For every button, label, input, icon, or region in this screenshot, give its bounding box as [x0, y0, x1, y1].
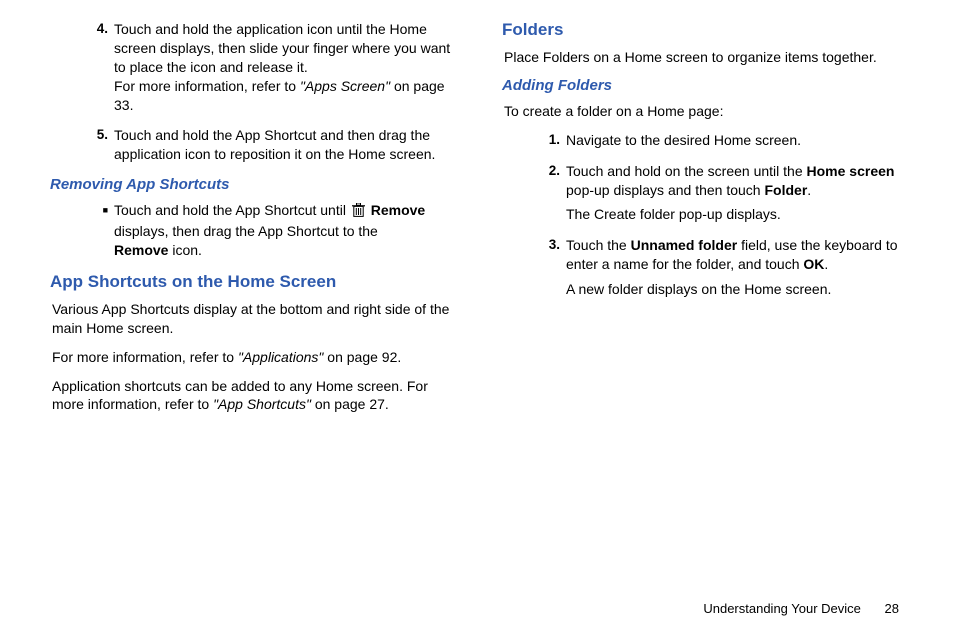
- numbered-list-folders: 1. Navigate to the desired Home screen. …: [502, 131, 904, 299]
- bold-text: Unnamed folder: [631, 237, 738, 253]
- list-body: Touch and hold on the screen until the H…: [566, 162, 904, 225]
- bold-text: Folder: [764, 182, 807, 198]
- reference: "Apps Screen": [300, 78, 390, 94]
- list-number: 4.: [80, 20, 114, 114]
- list-item-1: 1. Navigate to the desired Home screen.: [532, 131, 904, 150]
- text: .: [807, 182, 811, 198]
- text: Touch and hold on the screen until the: [566, 163, 807, 179]
- text: A new folder displays on the Home screen…: [566, 281, 831, 297]
- list-body: Touch the Unnamed folder field, use the …: [566, 236, 904, 299]
- right-column: Folders Place Folders on a Home screen t…: [477, 20, 904, 424]
- left-column: 4. Touch and hold the application icon u…: [50, 20, 477, 424]
- list-number: 5.: [80, 126, 114, 164]
- bold-text: OK: [803, 256, 824, 272]
- text: The Create folder pop-up displays.: [566, 206, 781, 222]
- bold-text: Home screen: [807, 163, 895, 179]
- page-number: 28: [885, 601, 899, 616]
- list-item-3: 3. Touch the Unnamed folder field, use t…: [532, 236, 904, 299]
- list-number: 3.: [532, 236, 566, 299]
- text: Touch and hold the application icon unti…: [114, 21, 450, 75]
- paragraph: For more information, refer to "Applicat…: [52, 348, 452, 367]
- list-item-5: 5. Touch and hold the App Shortcut and t…: [80, 126, 452, 164]
- remove-label: Remove: [371, 202, 425, 218]
- heading-removing-shortcuts: Removing App Shortcuts: [50, 176, 452, 193]
- text: pop-up displays and then touch: [566, 182, 764, 198]
- text: Touch and hold the App Shortcut until: [114, 202, 350, 218]
- reference: "App Shortcuts": [213, 396, 311, 412]
- text: Touch the: [566, 237, 631, 253]
- paragraph: Place Folders on a Home screen to organi…: [504, 48, 904, 67]
- paragraph: Various App Shortcuts display at the bot…: [52, 300, 452, 338]
- text: Touch and hold the App Shortcut and then…: [114, 127, 435, 162]
- text: displays, then drag the App Shortcut to …: [114, 223, 378, 239]
- list-body: Touch and hold the application icon unti…: [114, 20, 452, 114]
- reference: "Applications": [238, 349, 323, 365]
- page: 4. Touch and hold the application icon u…: [0, 0, 954, 464]
- heading-adding-folders: Adding Folders: [502, 77, 904, 94]
- list-item-2: 2. Touch and hold on the screen until th…: [532, 162, 904, 225]
- list-body: Navigate to the desired Home screen.: [566, 131, 801, 150]
- text: Navigate to the desired Home screen.: [566, 132, 801, 148]
- section-name: Understanding Your Device: [703, 601, 861, 616]
- text: icon.: [168, 242, 201, 258]
- bullet-body: Touch and hold the App Shortcut until Re…: [114, 201, 452, 260]
- list-number: 2.: [532, 162, 566, 225]
- heading-folders: Folders: [502, 20, 904, 40]
- trash-icon: [352, 203, 365, 222]
- square-bullet-icon: ■: [80, 201, 114, 260]
- text: .: [824, 256, 828, 272]
- text: For more information, refer to: [114, 78, 300, 94]
- numbered-list-45: 4. Touch and hold the application icon u…: [50, 20, 452, 164]
- bullet-list: ■ Touch and hold the App Shortcut until …: [50, 201, 452, 260]
- list-body: Touch and hold the App Shortcut and then…: [114, 126, 452, 164]
- page-footer: Understanding Your Device 28: [703, 601, 899, 616]
- list-item-4: 4. Touch and hold the application icon u…: [80, 20, 452, 114]
- heading-app-shortcuts-home: App Shortcuts on the Home Screen: [50, 272, 452, 292]
- remove-icon-label: Remove: [114, 242, 168, 258]
- list-number: 1.: [532, 131, 566, 150]
- paragraph: To create a folder on a Home page:: [504, 102, 904, 121]
- text: For more information, refer to: [52, 349, 238, 365]
- paragraph: Application shortcuts can be added to an…: [52, 377, 452, 415]
- text: on page 27.: [311, 396, 389, 412]
- text: on page 92.: [323, 349, 401, 365]
- bullet-item: ■ Touch and hold the App Shortcut until …: [80, 201, 452, 260]
